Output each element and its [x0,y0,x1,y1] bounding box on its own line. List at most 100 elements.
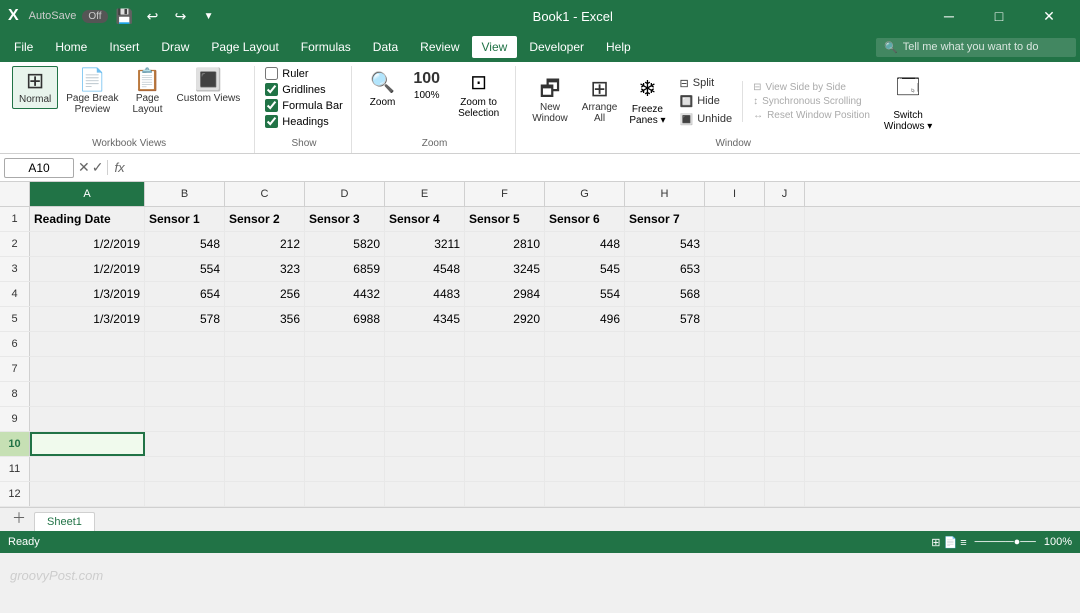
undo-icon[interactable]: ↩ [142,5,164,27]
cell-c11[interactable] [225,457,305,481]
cell-c5[interactable]: 356 [225,307,305,331]
cell-f8[interactable] [465,382,545,406]
menu-file[interactable]: File [4,36,43,58]
cell-f4[interactable]: 2984 [465,282,545,306]
col-header-a[interactable]: A [30,182,145,206]
zoom-selection-button[interactable]: ⊡ Zoom toSelection [450,66,507,123]
cell-h4[interactable]: 568 [625,282,705,306]
cell-c12[interactable] [225,482,305,506]
switch-windows-button[interactable]: 🗔 SwitchWindows ▾ [876,66,940,136]
cell-e7[interactable] [385,357,465,381]
cell-b9[interactable] [145,407,225,431]
zoom-button[interactable]: 🔍 Zoom [362,66,404,112]
col-header-b[interactable]: B [145,182,225,206]
cell-h10[interactable] [625,432,705,456]
cell-b1[interactable]: Sensor 1 [145,207,225,231]
save-icon[interactable]: 💾 [114,5,136,27]
cell-i7[interactable] [705,357,765,381]
col-header-c[interactable]: C [225,182,305,206]
cell-j8[interactable] [765,382,805,406]
synchronous-scrolling-button[interactable]: ↕ Synchronous Scrolling [749,95,874,108]
cell-b7[interactable] [145,357,225,381]
cell-g4[interactable]: 554 [545,282,625,306]
normal-view-icon[interactable]: ⊞ [931,537,940,549]
reset-window-position-button[interactable]: ↔ Reset Window Position [749,109,874,122]
cell-g2[interactable]: 448 [545,232,625,256]
cell-g10[interactable] [545,432,625,456]
cell-b5[interactable]: 578 [145,307,225,331]
add-sheet-button[interactable]: ＋ [4,505,34,531]
cancel-formula-icon[interactable]: ✕ [78,159,90,176]
cell-d7[interactable] [305,357,385,381]
row-num-3[interactable]: 3 [0,257,30,281]
cell-i12[interactable] [705,482,765,506]
menu-page-layout[interactable]: Page Layout [201,36,288,58]
cell-d11[interactable] [305,457,385,481]
cell-i5[interactable] [705,307,765,331]
sheet-tab-sheet1[interactable]: Sheet1 [34,512,95,531]
cell-f1[interactable]: Sensor 5 [465,207,545,231]
new-window-button[interactable]: 🗗 NewWindow [526,75,574,127]
cell-e2[interactable]: 3211 [385,232,465,256]
cell-i8[interactable] [705,382,765,406]
formula-bar-checkbox[interactable]: Formula Bar [265,98,343,113]
col-header-g[interactable]: G [545,182,625,206]
cell-b11[interactable] [145,457,225,481]
cell-h1[interactable]: Sensor 7 [625,207,705,231]
cell-h11[interactable] [625,457,705,481]
cell-b8[interactable] [145,382,225,406]
cell-d3[interactable]: 6859 [305,257,385,281]
col-header-f[interactable]: F [465,182,545,206]
row-num-5[interactable]: 5 [0,307,30,331]
cell-a2[interactable]: 1/2/2019 [30,232,145,256]
menu-review[interactable]: Review [410,36,469,58]
cell-f2[interactable]: 2810 [465,232,545,256]
row-num-8[interactable]: 8 [0,382,30,406]
cell-h3[interactable]: 653 [625,257,705,281]
page-layout-view-icon[interactable]: 📄 [943,537,957,549]
zoom-slider[interactable]: ─────●── [975,536,1036,548]
maximize-button[interactable]: □ [976,0,1022,32]
headings-checkbox[interactable]: Headings [265,114,343,129]
unhide-button[interactable]: 🔳 Unhide [676,111,737,128]
page-break-preview-button[interactable]: 📄 Page BreakPreview [60,66,124,118]
col-header-j[interactable]: J [765,182,805,206]
row-num-6[interactable]: 6 [0,332,30,356]
cell-j9[interactable] [765,407,805,431]
cell-j4[interactable] [765,282,805,306]
cell-c8[interactable] [225,382,305,406]
cell-g1[interactable]: Sensor 6 [545,207,625,231]
confirm-formula-icon[interactable]: ✓ [92,159,104,176]
custom-views-button[interactable]: 🔳 Custom Views [171,66,247,107]
cell-f11[interactable] [465,457,545,481]
cell-j3[interactable] [765,257,805,281]
cell-e8[interactable] [385,382,465,406]
menu-data[interactable]: Data [363,36,408,58]
row-num-9[interactable]: 9 [0,407,30,431]
formula-input[interactable] [135,161,1076,175]
cell-e4[interactable]: 4483 [385,282,465,306]
cell-g9[interactable] [545,407,625,431]
cell-d8[interactable] [305,382,385,406]
cell-h7[interactable] [625,357,705,381]
formula-bar-check-input[interactable] [265,99,278,112]
menu-help[interactable]: Help [596,36,641,58]
cell-f12[interactable] [465,482,545,506]
cell-e6[interactable] [385,332,465,356]
cell-d9[interactable] [305,407,385,431]
menu-view[interactable]: View [472,36,518,58]
cell-d5[interactable]: 6988 [305,307,385,331]
cell-c10[interactable] [225,432,305,456]
freeze-panes-button[interactable]: ❄ FreezePanes ▾ [625,72,669,130]
cell-f5[interactable]: 2920 [465,307,545,331]
cell-a8[interactable] [30,382,145,406]
col-header-e[interactable]: E [385,182,465,206]
cell-a11[interactable] [30,457,145,481]
row-num-4[interactable]: 4 [0,282,30,306]
autosave-toggle[interactable]: Off [82,10,107,23]
cell-d4[interactable]: 4432 [305,282,385,306]
cell-j10[interactable] [765,432,805,456]
cell-c2[interactable]: 212 [225,232,305,256]
cell-f9[interactable] [465,407,545,431]
cell-i2[interactable] [705,232,765,256]
